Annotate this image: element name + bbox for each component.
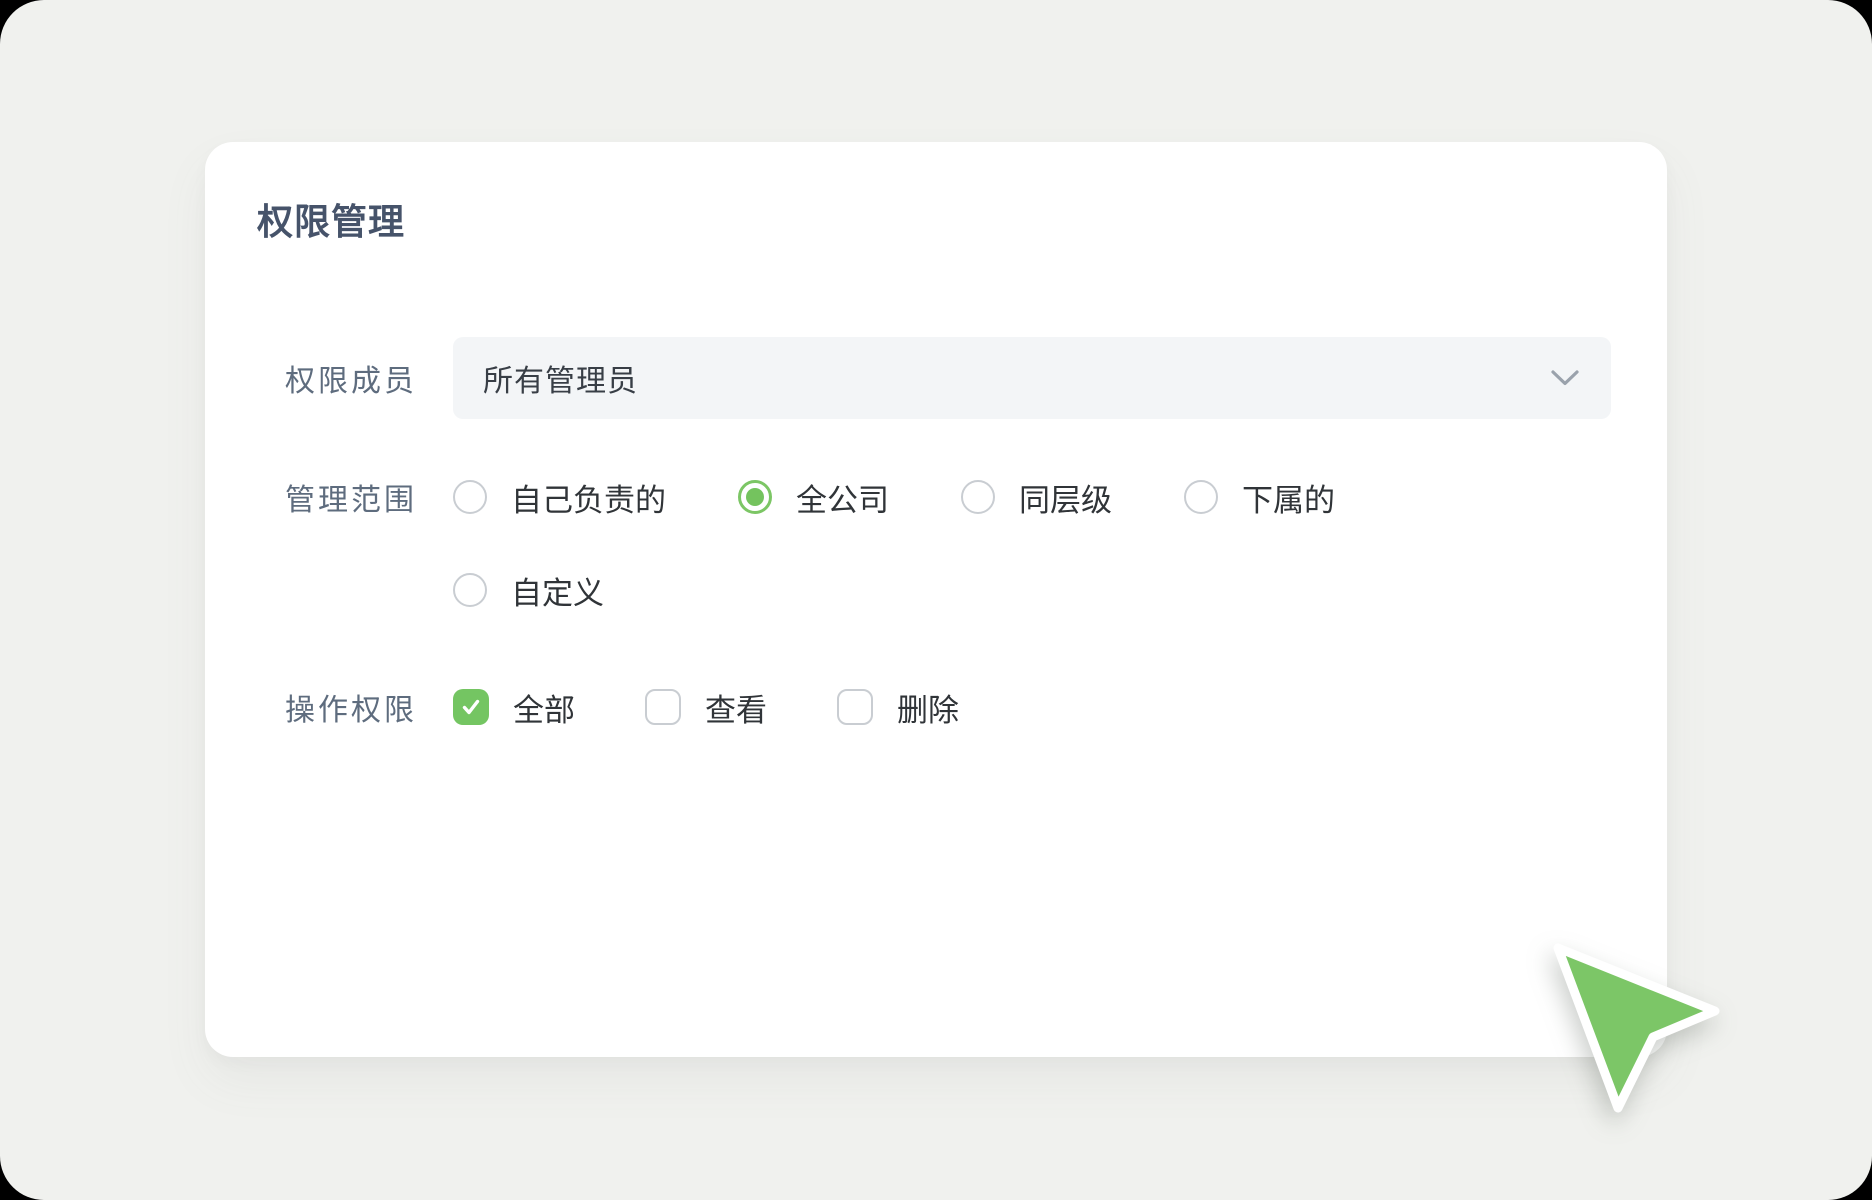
checkbox-option-all[interactable]: 全部 <box>453 685 575 730</box>
checkbox-option-label: 查看 <box>705 685 767 730</box>
radio-option-label: 同层级 <box>1019 475 1112 520</box>
checkbox-icon[interactable] <box>453 689 489 725</box>
member-select[interactable]: 所有管理员 <box>453 337 1611 419</box>
radio-option-label: 自定义 <box>511 568 604 613</box>
actions-label: 操作权限 <box>285 685 421 729</box>
member-select-value: 所有管理员 <box>483 356 638 400</box>
radio-icon[interactable] <box>1184 480 1218 514</box>
radio-icon[interactable] <box>453 480 487 514</box>
checkbox-option-label: 全部 <box>513 685 575 730</box>
permission-management-card: 权限管理 权限成员 所有管理员 管理范围 自己负责的 全公司 <box>205 142 1667 1057</box>
member-row: 权限成员 所有管理员 <box>285 337 1611 419</box>
chevron-down-icon <box>1551 370 1579 386</box>
radio-option-label: 全公司 <box>796 475 889 520</box>
checkbox-option-delete[interactable]: 删除 <box>837 685 959 730</box>
page-title: 权限管理 <box>257 200 405 244</box>
scope-row: 管理范围 自己负责的 全公司 同层级 下属的 <box>285 480 1335 514</box>
radio-icon[interactable] <box>961 480 995 514</box>
scope-options: 自己负责的 全公司 同层级 下属的 <box>453 475 1335 520</box>
actions-options: 全部 查看 删除 <box>453 685 959 730</box>
radio-option-subordinates[interactable]: 下属的 <box>1184 475 1335 520</box>
checkbox-icon[interactable] <box>837 689 873 725</box>
radio-option-label: 自己负责的 <box>511 475 666 520</box>
scope-label: 管理范围 <box>285 475 421 519</box>
scope-row-line2: 自定义 <box>453 573 604 607</box>
check-icon <box>460 696 482 718</box>
radio-option-same-level[interactable]: 同层级 <box>961 475 1112 520</box>
checkbox-option-label: 删除 <box>897 685 959 730</box>
radio-option-custom[interactable]: 自定义 <box>453 568 604 613</box>
radio-option-own[interactable]: 自己负责的 <box>453 475 666 520</box>
checkbox-icon[interactable] <box>645 689 681 725</box>
actions-row: 操作权限 全部 查看 <box>285 688 959 726</box>
radio-icon[interactable] <box>453 573 487 607</box>
checkbox-option-view[interactable]: 查看 <box>645 685 767 730</box>
member-label: 权限成员 <box>285 356 421 400</box>
scope-options-line2: 自定义 <box>453 568 604 613</box>
radio-option-label: 下属的 <box>1242 475 1335 520</box>
screen-background: 权限管理 权限成员 所有管理员 管理范围 自己负责的 全公司 <box>0 0 1872 1200</box>
radio-icon[interactable] <box>738 480 772 514</box>
radio-option-whole-company[interactable]: 全公司 <box>738 475 889 520</box>
